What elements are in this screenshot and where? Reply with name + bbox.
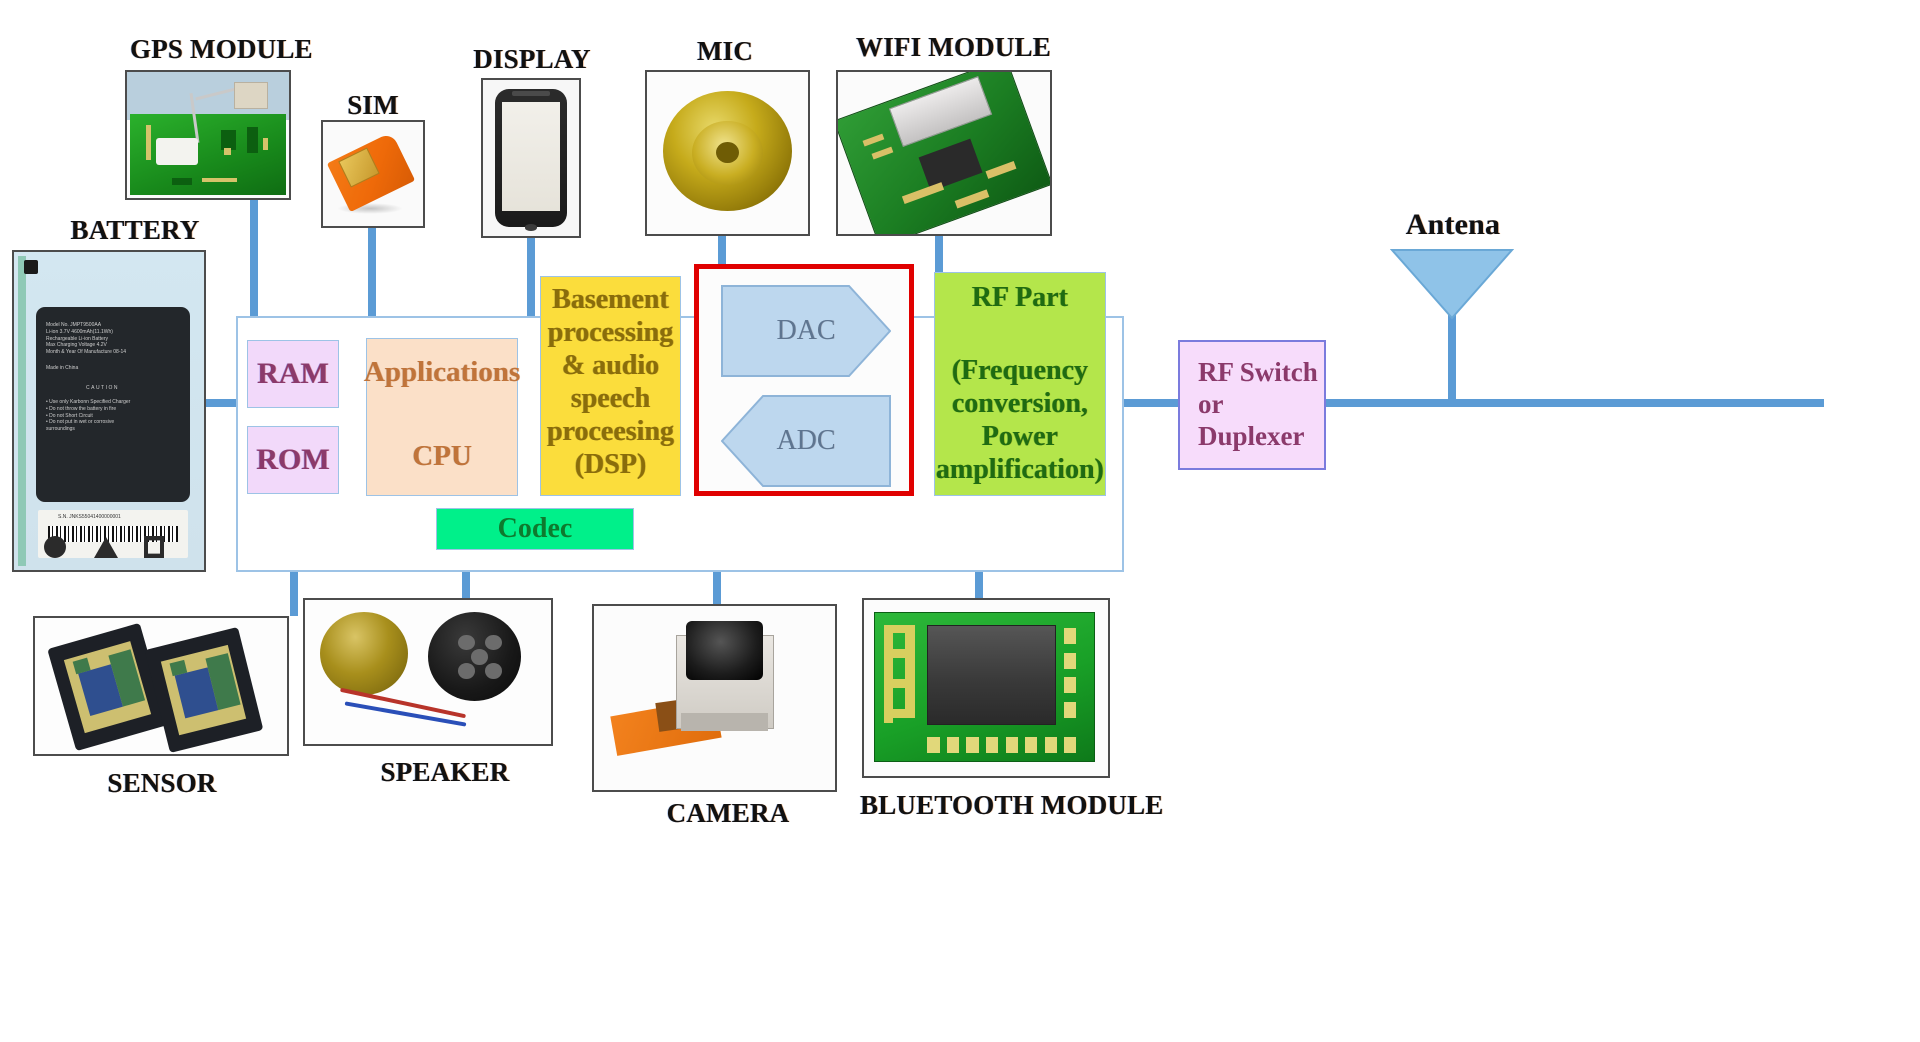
battery-caution-items: • Use only Karbonn Specified Charger • D… <box>46 399 131 432</box>
block-cpu: Applications CPU <box>363 338 521 496</box>
rf-switch-line-2: or <box>1198 389 1224 420</box>
cpu-line-2: CPU <box>412 440 472 473</box>
rf-line-2: (Frequency <box>951 355 1089 387</box>
gps-module-photo <box>125 70 291 200</box>
battery-label: BATTERY <box>70 215 200 245</box>
diagram-canvas: GPS MODULE SIM DISPLAY MIC WIFI MODULE B… <box>0 0 1920 1042</box>
rf-line-1: RF Part <box>971 282 1069 313</box>
adc-label: ADC <box>776 425 836 456</box>
cpu-line-1: Applications <box>363 356 521 388</box>
dac-label: DAC <box>776 315 836 346</box>
bluetooth-module-label: BLUETOOTH MODULE <box>860 790 1164 820</box>
connector-sensor <box>290 572 298 616</box>
block-rf-switch: RF Switch or Duplexer <box>1178 340 1326 470</box>
gps-module-label: GPS MODULE <box>130 34 313 64</box>
sim-photo <box>321 120 425 228</box>
connector-sim <box>368 228 376 316</box>
battery-photo: Model No. JMPT9500AA Li-ion 3.7V 4600mAh… <box>12 250 206 572</box>
battery-origin-text: Made in China <box>46 365 79 371</box>
mic-label: MIC <box>696 36 754 66</box>
dsp-line-6: (DSP) <box>574 449 647 481</box>
connector-display <box>527 238 535 316</box>
mic-photo <box>645 70 810 236</box>
connector-gps <box>250 198 258 316</box>
connector-switch-to-antenna <box>1324 399 1824 407</box>
sim-label: SIM <box>347 90 399 120</box>
rf-switch-line-1: RF Switch <box>1198 357 1318 388</box>
block-ram: RAM <box>247 340 339 408</box>
dsp-line-5: proceesing <box>546 416 675 448</box>
display-label: DISPLAY <box>473 44 591 74</box>
battery-model-text: Model No. JMPT9500AA Li-ion 3.7V 4600mAh… <box>46 322 127 355</box>
camera-photo <box>592 604 837 792</box>
rf-line-5: amplification) <box>936 454 1104 486</box>
block-dsp: Basement processing & audio speech proce… <box>540 276 681 496</box>
dsp-line-1: Basement <box>552 284 669 315</box>
antenna-triangle-icon <box>1390 248 1514 320</box>
block-rf-part: RF Part (Frequency conversion, Power amp… <box>934 272 1106 496</box>
rf-switch-line-3: Duplexer <box>1198 420 1305 451</box>
display-photo <box>481 78 581 238</box>
battery-caution-title: CAUTION <box>86 385 119 391</box>
camera-label: CAMERA <box>666 798 790 828</box>
block-dac: DAC <box>721 285 891 377</box>
block-codec: Codec <box>436 508 634 550</box>
rf-line-3: conversion, <box>951 388 1089 420</box>
ram-label: RAM <box>257 357 329 391</box>
dsp-line-4: speech <box>570 383 651 415</box>
codec-label: Codec <box>497 513 573 545</box>
wifi-module-photo <box>836 70 1052 236</box>
block-rom: ROM <box>247 426 339 494</box>
block-adc: ADC <box>721 395 891 487</box>
antenna-label: Antena <box>1405 208 1501 241</box>
speaker-label: SPEAKER <box>380 757 510 787</box>
dsp-line-2: processing <box>547 317 674 349</box>
rom-label: ROM <box>256 443 330 477</box>
converter-highlight-box: DAC ADC <box>694 264 914 496</box>
battery-serial-text: S.N. JNKS55041400000001 <box>58 514 121 520</box>
rf-line-4: Power <box>981 421 1059 453</box>
sensor-label: SENSOR <box>107 768 217 798</box>
sensor-photo <box>33 616 289 756</box>
connector-rf-to-switch <box>1122 399 1184 407</box>
wifi-module-label: WIFI MODULE <box>856 32 1051 62</box>
dsp-line-3: & audio <box>561 350 660 382</box>
speaker-photo <box>303 598 553 746</box>
bluetooth-module-photo <box>862 598 1110 778</box>
